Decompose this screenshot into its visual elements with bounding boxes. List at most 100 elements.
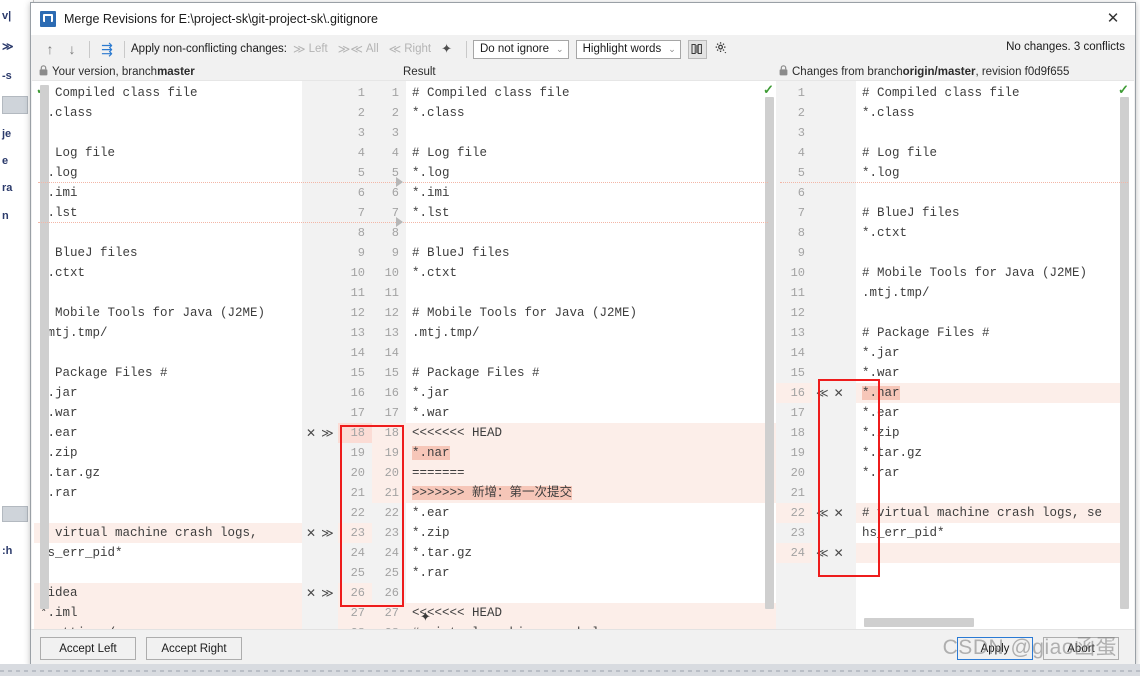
apply-change-right-icon[interactable]: ≫	[321, 423, 334, 443]
result-line-number-list: 1 2 3 4 5 6 7 8 9 10 11 12 13 14 15 16 17 18 19 20 21 22 23 24 2…	[372, 83, 406, 629]
revert-change-icon[interactable]: ✕	[834, 503, 844, 523]
close-icon[interactable]: ✕	[1091, 3, 1135, 34]
code-line: *.zip	[412, 526, 450, 540]
line-number: 21	[790, 486, 805, 500]
left-action-gutter[interactable]: ✕ ≫ ✕ ≫ ✕ ≫	[302, 81, 338, 629]
apply-button[interactable]: Apply	[957, 637, 1033, 660]
background-window-text: :h	[2, 545, 13, 557]
line-number: 21	[350, 486, 365, 500]
right-scrollbar[interactable]	[1120, 97, 1129, 609]
result-pane-header: Result	[403, 65, 436, 78]
apply-all-icon: ≫≪	[337, 42, 363, 56]
line-number: 4	[357, 146, 365, 160]
apply-change-left-icon[interactable]: ≪	[816, 543, 829, 563]
revert-change-icon[interactable]: ✕	[834, 543, 844, 563]
right-line-numbers: 1 2 3 4 5 6 7 8 9 10 11 12 13 14 15 16 17 18 19 20 21 22 23 24	[776, 81, 812, 629]
code-line: *.ctxt	[40, 266, 86, 280]
left-version-pane[interactable]: # Compiled class file *.class # Log file *.…	[34, 81, 302, 629]
code-line: *.tar.gz	[412, 546, 473, 560]
revert-change-icon[interactable]: ✕	[834, 383, 844, 403]
resolve-action-group[interactable]: ≪ ✕	[816, 383, 844, 403]
accept-right-button[interactable]: Accept Right	[146, 637, 242, 660]
collapse-unchanged-icon[interactable]	[687, 39, 707, 59]
left-pane-branch: master	[157, 65, 195, 78]
apply-change-right-icon[interactable]: ≫	[321, 583, 334, 603]
line-number: 5	[797, 166, 805, 180]
line-number: 3	[391, 126, 399, 140]
resolve-action-group[interactable]: ✕ ≫	[306, 423, 334, 443]
code-line: *.war	[862, 366, 900, 380]
resolve-action-group[interactable]: ✕ ≫	[306, 523, 334, 543]
gear-glyph	[715, 41, 726, 53]
result-pane[interactable]: # Compiled class file *.class # Log file *.…	[406, 81, 776, 629]
revert-change-icon[interactable]: ✕	[306, 523, 316, 543]
line-number: 11	[350, 286, 365, 300]
code-line: hs_err_pid*	[862, 526, 945, 540]
apply-right-button[interactable]: ≪ Right	[389, 42, 431, 56]
right-action-gutter[interactable]: ≪ ✕ ≪ ✕ ≪ ✕	[812, 81, 856, 629]
line-number: 20	[350, 466, 365, 480]
line-number: 20	[372, 463, 406, 483]
line-number: 23	[338, 523, 372, 543]
line-number: 26	[384, 586, 399, 600]
result-line-numbers: 1 2 3 4 5 6 7 8 9 10 11 12 13 14 15 16 17 18 19 20 21 22 23 24 2…	[372, 81, 406, 629]
result-scrollbar[interactable]	[765, 97, 774, 609]
code-line: # Compiled class file	[862, 86, 1020, 100]
left-scrollbar[interactable]	[40, 85, 49, 609]
code-line: *.rar	[862, 466, 900, 480]
apply-change-left-icon[interactable]: ≪	[816, 383, 829, 403]
next-difference-icon[interactable]: ↓	[61, 38, 83, 60]
right-horizontal-scrollbar[interactable]	[864, 618, 974, 627]
revert-change-icon[interactable]: ✕	[306, 423, 316, 443]
result-magic-resolve-icon[interactable]: ✦	[420, 609, 431, 625]
code-line: *.jar	[412, 386, 450, 400]
code-line: *.ear	[40, 426, 78, 440]
code-line: *.log	[412, 166, 450, 180]
magic-resolve-icon[interactable]: ✦	[441, 41, 452, 57]
apply-change-triangle-icon[interactable]	[396, 177, 403, 187]
apply-change-right-icon[interactable]: ≫	[321, 523, 334, 543]
apply-change-triangle-icon[interactable]	[396, 217, 403, 227]
toolbar-separator-1	[89, 40, 90, 58]
code-line: *.lst	[412, 206, 450, 220]
previous-difference-icon[interactable]: ↑	[39, 38, 61, 60]
code-line	[856, 543, 1128, 563]
line-number: 17	[384, 406, 399, 420]
code-line: *.imi	[40, 186, 78, 200]
highlight-mode-select[interactable]: Highlight words ⌄	[575, 39, 681, 59]
line-number: 24	[776, 543, 812, 563]
right-line-number-list: 1 2 3 4 5 6 7 8 9 10 11 12 13 14 15 16 17 18 19 20 21 22 23 24	[776, 83, 812, 563]
desktop-background: v| ≫ -s je e ra n:h Merge Revisions for E:\pro…	[0, 0, 1140, 676]
apply-left-button[interactable]: ≫ Left	[293, 42, 328, 56]
accept-left-button[interactable]: Accept Left	[40, 637, 136, 660]
lock-icon	[779, 64, 788, 79]
resolve-action-group[interactable]: ✕ ≫	[306, 583, 334, 603]
apply-all-non-conflicting-icon[interactable]: ⇶	[96, 38, 118, 60]
apply-change-left-icon[interactable]: ≪	[816, 503, 829, 523]
ignore-policy-select[interactable]: Do not ignore ⌄	[472, 39, 569, 59]
line-number: 14	[384, 346, 399, 360]
apply-all-button[interactable]: ≫≪ All	[338, 42, 379, 56]
background-window-text: v|	[2, 10, 12, 22]
line-number: 22	[350, 506, 365, 520]
resolve-action-group[interactable]: ≪ ✕	[816, 543, 844, 563]
code-line: *.zip	[40, 446, 78, 460]
line-number: 8	[357, 226, 365, 240]
line-number: 1	[391, 86, 399, 100]
settings-gear-icon[interactable]	[714, 41, 728, 58]
pane-headers: Your version, branch master Result Chang…	[31, 63, 1135, 80]
resolve-action-group[interactable]: ≪ ✕	[816, 503, 844, 523]
line-number: 18	[372, 423, 406, 443]
revert-change-icon[interactable]: ✕	[306, 583, 316, 603]
right-version-pane[interactable]: # Compiled class file *.class # Log file *.…	[856, 81, 1128, 629]
background-window[interactable]: v| ≫ -s je e ra n:h	[0, 0, 34, 660]
code-line: *.zip	[862, 426, 900, 440]
abort-button[interactable]: Abort	[1043, 637, 1119, 660]
apply-non-conflicting-label: Apply non-conflicting changes:	[131, 43, 287, 55]
line-number: 14	[350, 346, 365, 360]
